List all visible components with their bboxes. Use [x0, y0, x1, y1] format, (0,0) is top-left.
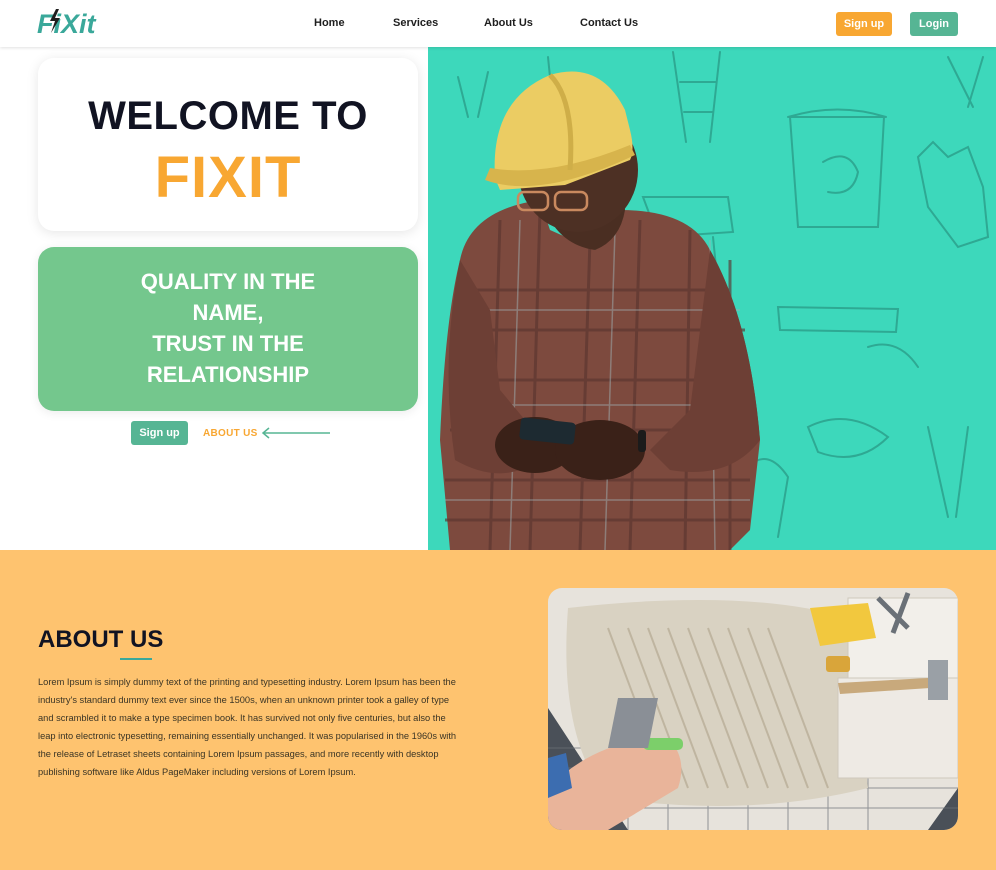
welcome-heading: WELCOME TO [88, 94, 368, 138]
about-section: ABOUT US Lorem Ipsum is simply dummy tex… [0, 550, 996, 870]
tagline-line-2: NAME, [192, 300, 264, 325]
about-heading: ABOUT US [38, 626, 164, 653]
page: FiXit Home Services About Us Contact Us … [0, 0, 996, 870]
header-signup-button[interactable]: Sign up [836, 12, 892, 36]
tagline-line-1: QUALITY IN THE [140, 269, 316, 294]
brand-heading: FIXIT [154, 145, 302, 210]
welcome-card: WELCOME TO FIXIT [38, 58, 418, 231]
tagline-card: QUALITY IN THE NAME, TRUST IN THE RELATI… [38, 247, 418, 411]
about-description: Lorem Ipsum is simply dummy text of the … [38, 677, 457, 777]
hero-signup-button[interactable]: Sign up [131, 421, 188, 445]
logo-text: FiXit [37, 9, 97, 39]
nav-about-us[interactable]: About Us [484, 17, 533, 29]
tiling-work-photo [548, 588, 958, 830]
nav-contact-us[interactable]: Contact Us [580, 17, 638, 29]
tagline-line-3: TRUST IN THE [152, 331, 304, 356]
hero-about-us-link[interactable]: ABOUT US [203, 428, 258, 439]
tagline-line-4: RELATIONSHIP [146, 362, 310, 387]
top-navbar: FiXit Home Services About Us Contact Us … [0, 0, 996, 47]
nav-services[interactable]: Services [393, 17, 438, 29]
arrow-left-icon [261, 427, 330, 439]
header-login-button[interactable]: Login [910, 12, 958, 36]
about-heading-underline [120, 658, 152, 660]
fixit-logo[interactable]: FiXit [37, 6, 117, 40]
worker-with-phone-photo [440, 71, 760, 550]
logo-graphic: FiXit [37, 9, 97, 39]
nav-home[interactable]: Home [314, 17, 345, 29]
